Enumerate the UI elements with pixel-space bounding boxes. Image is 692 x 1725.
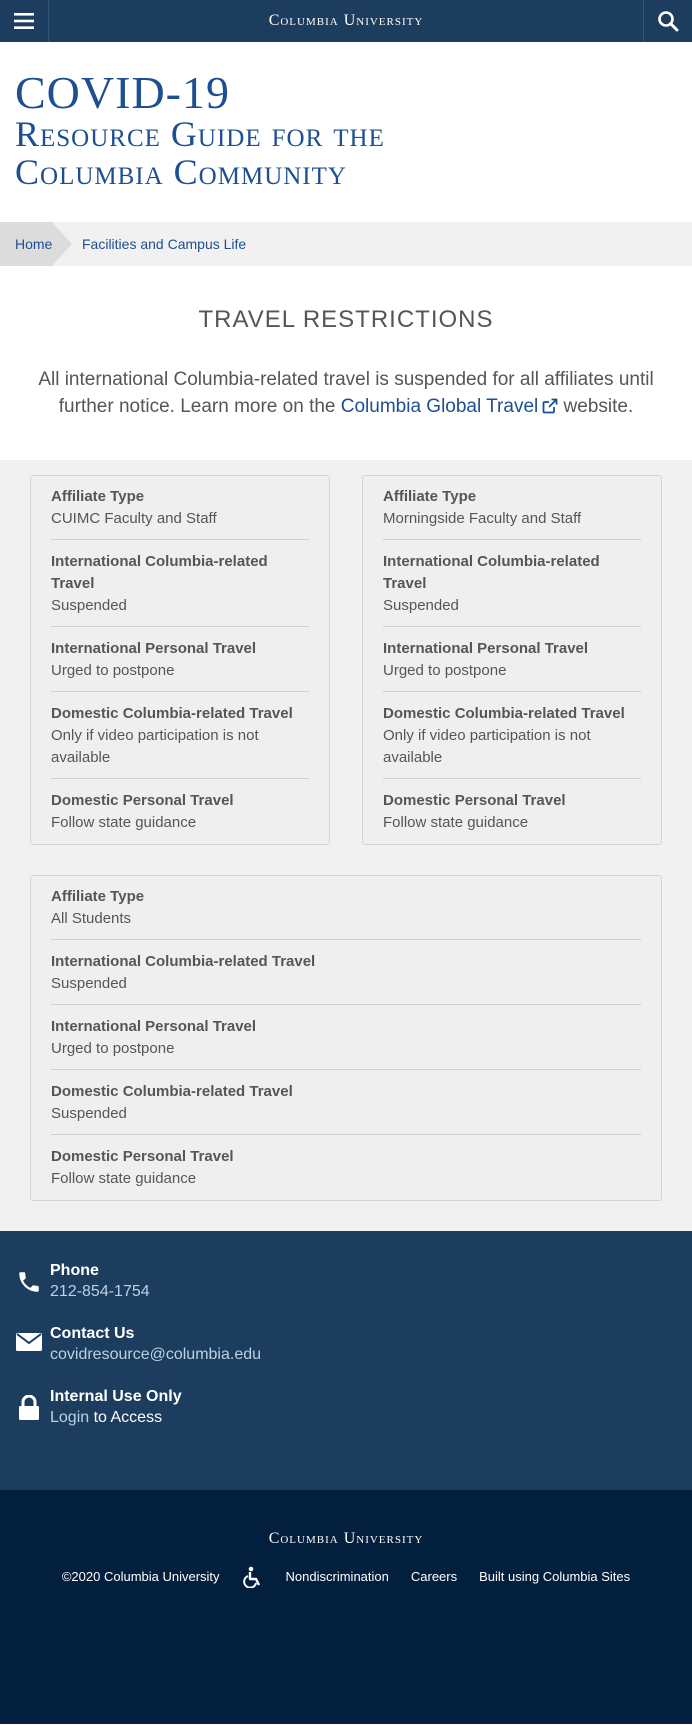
phone-link[interactable]: 212-854-1754 — [50, 1281, 150, 1302]
accessibility-link[interactable] — [242, 1566, 264, 1588]
card-field: Domestic Personal Travel Follow state gu… — [51, 1146, 641, 1200]
field-value: All Students — [51, 909, 132, 927]
lock-icon — [19, 1394, 39, 1420]
careers-link[interactable]: Careers — [411, 1569, 457, 1584]
card-field: International Columbia-related Travel Su… — [51, 551, 309, 627]
phone-icon — [19, 1271, 39, 1292]
breadcrumb-current[interactable]: Facilities and Campus Life — [82, 236, 246, 252]
intro-section: TRAVEL RESTRICTIONS All international Co… — [0, 266, 692, 460]
site-title-line3: Columbia Community — [15, 151, 347, 192]
field-label: Domestic Personal Travel — [51, 791, 234, 809]
footer-links: ©2020 Columbia University Nondiscriminat… — [0, 1566, 692, 1588]
card-field: Affiliate Type All Students — [51, 886, 641, 940]
field-value: Only if video participation is not avail… — [383, 726, 591, 766]
footer-university-brand[interactable]: Columbia University — [0, 1530, 692, 1548]
email-link[interactable]: covidresource@columbia.edu — [50, 1344, 261, 1365]
field-value: Follow state guidance — [51, 1169, 197, 1187]
field-label: International Personal Travel — [383, 639, 589, 657]
site-title-line2: Resource Guide for the — [15, 114, 385, 154]
card-field: International Personal Travel Urged to p… — [383, 638, 641, 692]
card-field: International Columbia-related Travel Su… — [383, 551, 641, 627]
field-value: Follow state guidance — [383, 813, 529, 831]
card-field: Domestic Columbia-related Travel Only if… — [51, 703, 309, 779]
card-field: International Columbia-related Travel Su… — [51, 951, 641, 1005]
contact-email: Contact Us covidresource@columbia.edu — [14, 1324, 677, 1365]
bottom-footer: Columbia University ©2020 Columbia Unive… — [0, 1489, 692, 1724]
field-label: International Columbia-related Travel — [383, 552, 600, 592]
field-label: International Columbia-related Travel — [51, 552, 268, 592]
field-value: Suspended — [383, 596, 459, 614]
external-link-icon — [542, 398, 558, 413]
card-field: Domestic Personal Travel Follow state gu… — [383, 790, 641, 844]
login-link[interactable]: Login — [50, 1409, 89, 1426]
field-label: International Personal Travel — [51, 1017, 257, 1035]
contact-footer: Phone 212-854-1754 Contact Us covidresou… — [0, 1230, 692, 1490]
top-bar: Columbia University — [0, 0, 692, 42]
field-label: Affiliate Type — [383, 487, 477, 505]
field-label: Domestic Columbia-related Travel — [383, 704, 625, 722]
field-value: Morningside Faculty and Staff — [383, 509, 582, 527]
field-value: Suspended — [51, 1104, 127, 1122]
card-field: Domestic Columbia-related Travel Suspend… — [51, 1081, 641, 1135]
search-button[interactable] — [643, 0, 692, 42]
login-suffix: to Access — [89, 1408, 163, 1426]
field-label: Affiliate Type — [51, 487, 145, 505]
affiliate-card-morningside: Affiliate Type Morningside Faculty and S… — [362, 474, 662, 845]
breadcrumb: Home Facilities and Campus Life — [0, 221, 692, 266]
affiliate-card-cuimc: Affiliate Type CUIMC Faculty and Staff I… — [30, 474, 330, 845]
contact-internal: Internal Use Only Login to Access — [14, 1387, 677, 1428]
field-value: Urged to postpone — [51, 661, 175, 679]
breadcrumb-home-link[interactable]: Home — [0, 221, 72, 266]
card-field: Domestic Personal Travel Follow state gu… — [51, 790, 309, 844]
site-title-line1: COVID-19 — [15, 67, 230, 118]
page-title: TRAVEL RESTRICTIONS — [198, 305, 494, 333]
accessibility-icon — [242, 1566, 260, 1588]
affiliate-card-students: Affiliate Type All Students Internationa… — [30, 874, 662, 1201]
contact-title: Contact Us — [50, 1324, 135, 1342]
field-value: CUIMC Faculty and Staff — [51, 509, 217, 527]
field-label: Affiliate Type — [51, 887, 145, 905]
contact-phone: Phone 212-854-1754 — [14, 1261, 677, 1302]
field-label: Domestic Personal Travel — [383, 791, 566, 809]
copyright-text: ©2020 Columbia University — [61, 1569, 220, 1585]
field-value: Urged to postpone — [51, 1039, 175, 1057]
intro-text-after: website. — [558, 395, 634, 417]
hamburger-menu-icon — [14, 13, 34, 29]
field-value: Follow state guidance — [51, 813, 197, 831]
card-field: International Personal Travel Urged to p… — [51, 638, 309, 692]
card-field: Affiliate Type CUIMC Faculty and Staff — [51, 486, 309, 540]
field-label: Domestic Personal Travel — [51, 1147, 234, 1165]
site-title[interactable]: COVID-19 Resource Guide for the Columbia… — [0, 42, 692, 222]
card-field: International Personal Travel Urged to p… — [51, 1016, 641, 1070]
field-label: Domestic Columbia-related Travel — [51, 704, 293, 722]
phone-title: Phone — [50, 1261, 99, 1279]
university-brand[interactable]: Columbia University — [0, 12, 692, 30]
field-value: Only if video participation is not avail… — [51, 726, 259, 766]
travel-cards-section: Affiliate Type CUIMC Faculty and Staff I… — [0, 459, 692, 1231]
built-using-link[interactable]: Built using Columbia Sites — [479, 1569, 630, 1584]
field-label: International Personal Travel — [51, 639, 257, 657]
card-field: Affiliate Type Morningside Faculty and S… — [383, 486, 641, 540]
nondiscrimination-link[interactable]: Nondiscrimination — [286, 1569, 389, 1584]
intro-text: All international Columbia-related trave… — [30, 366, 662, 420]
global-travel-link[interactable]: Columbia Global Travel — [341, 396, 558, 417]
card-field: Domestic Columbia-related Travel Only if… — [383, 703, 641, 779]
field-value: Urged to postpone — [383, 661, 507, 679]
field-label: International Columbia-related Travel — [51, 952, 316, 970]
envelope-icon — [16, 1332, 42, 1351]
internal-title: Internal Use Only — [50, 1387, 182, 1405]
search-icon — [658, 11, 679, 32]
global-travel-link-label: Columbia Global Travel — [340, 395, 539, 417]
field-value: Suspended — [51, 596, 127, 614]
login-line: Login to Access — [50, 1407, 182, 1428]
menu-button[interactable] — [0, 0, 49, 42]
field-value: Suspended — [51, 974, 127, 992]
field-label: Domestic Columbia-related Travel — [51, 1082, 293, 1100]
